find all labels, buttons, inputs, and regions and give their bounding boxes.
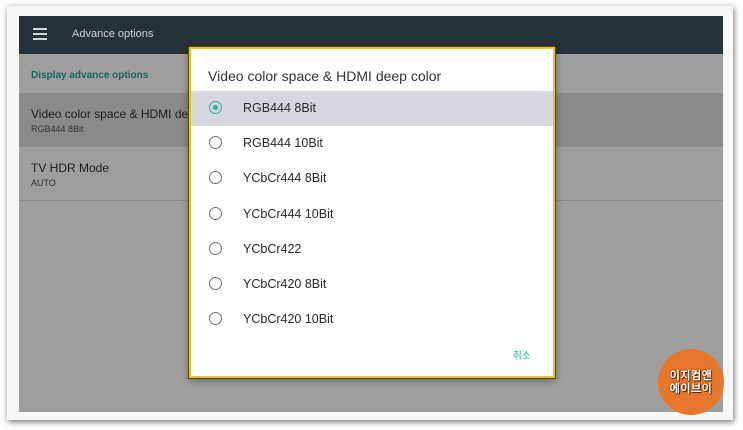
radio-unchecked-icon[interactable] xyxy=(209,136,222,150)
pref-title: Video color space & HDMI dee xyxy=(31,107,195,121)
pref-summary: RGB444 8Bit xyxy=(31,124,84,134)
option-label: RGB444 10Bit xyxy=(243,136,323,151)
radio-checked-icon[interactable] xyxy=(209,101,222,114)
option-label: YCbCr444 10Bit xyxy=(243,206,334,221)
color-space-dialog: Video color space & HDMI deep color RGB4… xyxy=(189,47,555,378)
option-label: YCbCr422 xyxy=(243,241,302,256)
option-label: RGB444 8Bit xyxy=(243,101,316,115)
cancel-button[interactable]: 취소 xyxy=(513,347,531,362)
watermark-text: 에이브이 xyxy=(669,383,713,395)
radio-unchecked-icon[interactable] xyxy=(209,312,222,326)
radio-unchecked-icon[interactable] xyxy=(209,241,222,255)
dialog-title: Video color space & HDMI deep color xyxy=(208,68,442,84)
section-header: Display advance options xyxy=(31,70,149,81)
option-rgb444-8bit[interactable]: RGB444 8Bit xyxy=(191,91,553,127)
radio-unchecked-icon[interactable] xyxy=(209,276,222,290)
option-rgb444-10bit[interactable]: RGB444 10Bit xyxy=(191,126,553,161)
radio-unchecked-icon[interactable] xyxy=(209,171,222,185)
option-label: YCbCr420 10Bit xyxy=(243,312,334,327)
option-ycbcr444-8bit[interactable]: YCbCr444 8Bit xyxy=(191,161,553,196)
page-title: Advance options xyxy=(72,28,154,40)
hamburger-menu-icon[interactable] xyxy=(33,28,47,40)
option-ycbcr420-10bit[interactable]: YCbCr420 10Bit xyxy=(191,302,553,337)
option-label: YCbCr444 8Bit xyxy=(243,171,327,186)
pref-title: TV HDR Mode xyxy=(31,161,110,175)
options-list: RGB444 8Bit RGB444 10Bit YCbCr444 8Bit Y… xyxy=(191,91,553,337)
option-ycbcr422[interactable]: YCbCr422 xyxy=(191,232,553,267)
option-ycbcr420-8bit[interactable]: YCbCr420 8Bit xyxy=(191,267,553,302)
pref-summary: AUTO xyxy=(31,178,56,188)
option-ycbcr444-10bit[interactable]: YCbCr444 10Bit xyxy=(191,197,553,232)
watermark-logo: 이지컴앤 에이브이 xyxy=(658,349,724,415)
option-label: YCbCr420 8Bit xyxy=(243,276,327,291)
radio-unchecked-icon[interactable] xyxy=(209,206,222,220)
